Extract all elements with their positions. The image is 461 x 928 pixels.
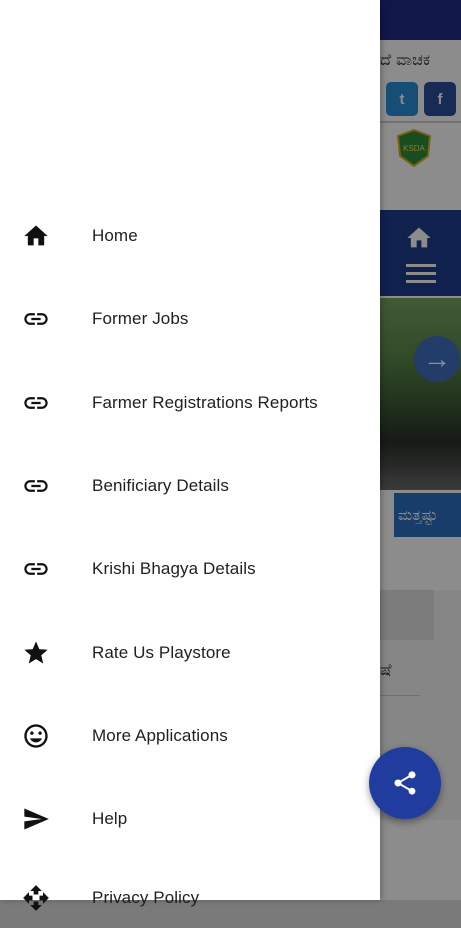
menu-item-label: Former Jobs (92, 309, 189, 328)
menu-item-label: Rate Us Playstore (92, 643, 231, 662)
share-button[interactable] (369, 747, 441, 819)
smiley-icon (20, 720, 52, 752)
move-icon (20, 882, 52, 914)
share-icon (394, 771, 416, 795)
send-icon (20, 803, 52, 835)
menu-item-label: Help (92, 809, 128, 828)
menu-item-label: Krishi Bhagya Details (92, 559, 256, 578)
menu-item-benificiary-details[interactable]: Benificiary Details (0, 456, 380, 516)
menu-item-help[interactable]: Help (0, 789, 380, 849)
menu-item-home[interactable]: Home (0, 206, 380, 266)
menu-item-more-applications[interactable]: More Applications (0, 706, 380, 766)
menu-item-label: Privacy Policy (92, 888, 200, 907)
menu-item-krishi-bhagya-details[interactable]: Krishi Bhagya Details (0, 539, 380, 599)
menu-item-privacy-policy[interactable]: Privacy Policy (0, 868, 380, 928)
link-icon (20, 303, 52, 335)
menu-item-label: More Applications (92, 726, 228, 745)
menu-item-label: Benificiary Details (92, 476, 230, 495)
link-icon (20, 553, 52, 585)
navigation-drawer: Home Former Jobs Farmer Registrations Re… (0, 0, 380, 911)
link-icon (20, 387, 52, 419)
menu-item-farmer-registrations-reports[interactable]: Farmer Registrations Reports (0, 373, 380, 433)
home-icon (20, 220, 52, 252)
menu-item-former-jobs[interactable]: Former Jobs (0, 289, 380, 349)
star-icon (20, 637, 52, 669)
link-icon (20, 470, 52, 502)
menu-item-label: Farmer Registrations Reports (92, 393, 318, 412)
menu-item-rate-us-playstore[interactable]: Rate Us Playstore (0, 623, 380, 683)
menu-item-label: Home (92, 226, 138, 245)
